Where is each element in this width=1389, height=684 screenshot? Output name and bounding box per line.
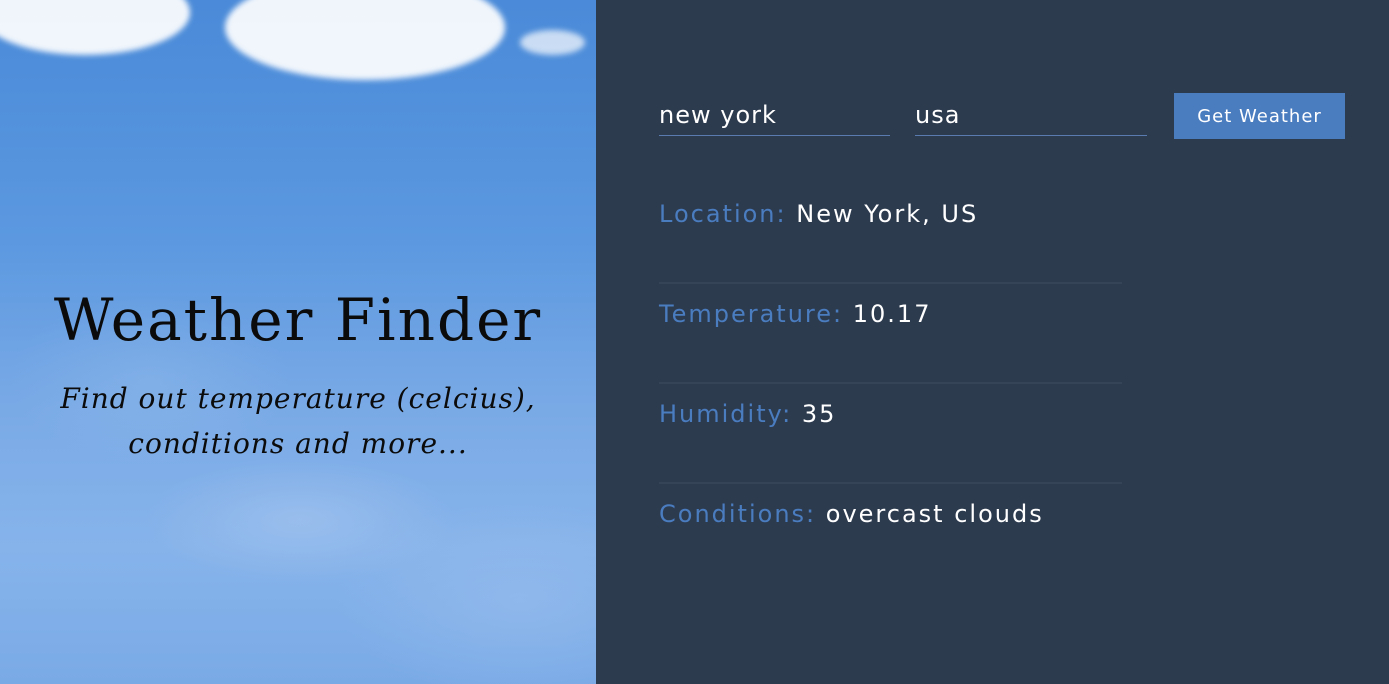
- location-value: New York, US: [796, 200, 979, 228]
- location-line: Location: New York, US: [659, 200, 978, 228]
- temperature-label: Temperature:: [659, 300, 844, 328]
- country-input[interactable]: [915, 95, 1147, 136]
- page-subtitle: Find out temperature (celcius), conditio…: [0, 376, 596, 466]
- subtitle-line-1: Find out temperature (celcius),: [60, 382, 536, 415]
- page-title: Weather Finder: [53, 286, 543, 354]
- subtitle-line-2: conditions and more...: [128, 427, 468, 460]
- get-weather-button[interactable]: Get Weather: [1174, 93, 1345, 139]
- result-temperature: Temperature: 10.17: [659, 284, 1122, 384]
- hero-text: Weather Finder Find out temperature (cel…: [0, 280, 596, 466]
- cloud-wisp-right: [520, 30, 585, 55]
- cloud-image-left: [0, 0, 190, 55]
- hero-panel: Weather Finder Find out temperature (cel…: [0, 0, 596, 684]
- humidity-line: Humidity: 35: [659, 400, 836, 428]
- conditions-line: Conditions: overcast clouds: [659, 500, 1044, 528]
- result-humidity: Humidity: 35: [659, 384, 1122, 484]
- location-label: Location:: [659, 200, 787, 228]
- temperature-line: Temperature: 10.17: [659, 300, 931, 328]
- conditions-label: Conditions:: [659, 500, 817, 528]
- result-conditions: Conditions: overcast clouds: [659, 484, 1122, 584]
- conditions-value: overcast clouds: [825, 500, 1044, 528]
- result-location: Location: New York, US: [659, 184, 1122, 284]
- humidity-label: Humidity:: [659, 400, 793, 428]
- weather-panel: Get Weather Location: New York, US Tempe…: [596, 0, 1389, 684]
- temperature-value: 10.17: [852, 300, 932, 328]
- city-input[interactable]: [659, 95, 890, 136]
- humidity-value: 35: [801, 400, 837, 428]
- cloud-image-center: [225, 0, 505, 80]
